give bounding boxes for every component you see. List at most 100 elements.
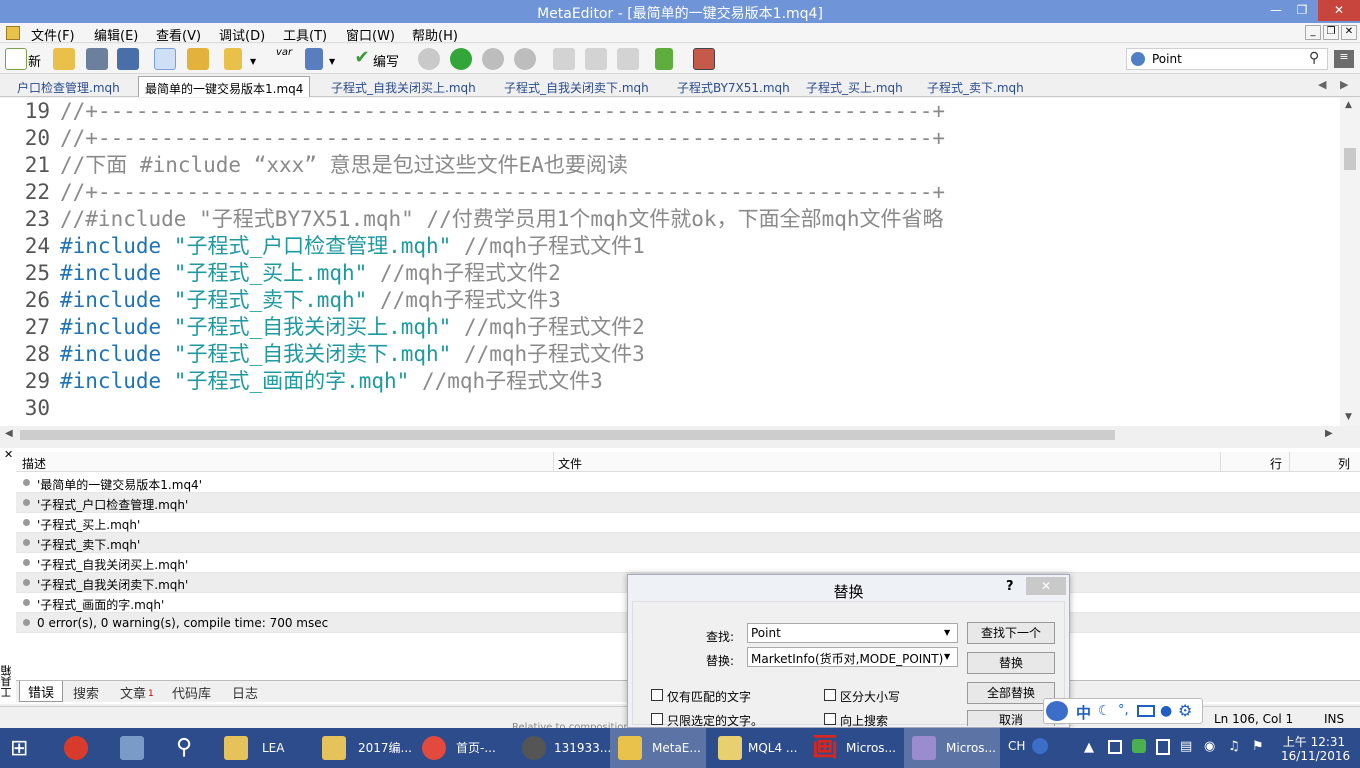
navigator-icon[interactable] xyxy=(154,48,176,70)
col-description[interactable]: 描述 xyxy=(22,455,46,472)
microphone-icon[interactable]: ● xyxy=(1160,703,1172,719)
menu-view[interactable]: 查看(V) xyxy=(156,25,201,44)
wizard-icon[interactable] xyxy=(224,48,242,70)
code-editor[interactable]: 19 //+-----------------------------------… xyxy=(0,98,1340,426)
code-text[interactable]: #include "子程式_自我关闭买上.mqh" //mqh子程式文件2 xyxy=(60,314,645,341)
col-line[interactable]: 行 xyxy=(1270,455,1282,472)
find-combobox[interactable]: Point ▼ xyxy=(747,623,958,643)
scroll-left-icon[interactable]: ◀ xyxy=(5,428,13,439)
keyboard-icon[interactable] xyxy=(1137,705,1155,717)
checkmark-icon[interactable]: ✔ xyxy=(351,48,373,70)
list-item[interactable]: '最简单的一键交易版本1.mq4' xyxy=(16,473,1360,493)
pause-icon[interactable] xyxy=(482,48,504,70)
open-folder-icon[interactable] xyxy=(53,48,75,70)
chevron-down-icon-2[interactable]: ▼ xyxy=(329,57,335,66)
chevron-down-icon[interactable]: ▼ xyxy=(250,57,256,66)
list-item[interactable]: '子程式_自我关闭买上.mqh' xyxy=(16,553,1360,573)
menu-edit[interactable]: 编辑(E) xyxy=(94,25,138,44)
save-icon[interactable] xyxy=(86,48,108,70)
mdi-close-button[interactable]: ✕ xyxy=(1341,25,1357,40)
tab-errors[interactable]: 错误 xyxy=(19,681,64,702)
taskbar-item-mql4[interactable]: MQL4 ... xyxy=(708,728,804,768)
tab-file-active[interactable]: 最简单的一键交易版本1.mq4 xyxy=(138,76,311,97)
stop-icon[interactable] xyxy=(514,48,536,70)
wifi-icon[interactable]: ◉ xyxy=(1204,739,1215,754)
clock-date[interactable]: 16/11/2016 xyxy=(1281,749,1350,763)
replace-combobox[interactable]: MarketInfo(货币对,MODE_POINT) ▼ xyxy=(747,647,958,667)
code-text[interactable]: //下面 #include “xxx” 意思是包过这些文件EA也要阅读 xyxy=(60,152,628,179)
taskbar-item-metaeditor[interactable]: MetaE... xyxy=(610,728,706,768)
dialog-close-icon[interactable]: ✕ xyxy=(1026,577,1066,595)
windows-start-icon[interactable]: ⊞ xyxy=(10,737,38,761)
code-text[interactable]: #include "子程式_卖下.mqh" //mqh子程式文件3 xyxy=(60,287,561,314)
tab-codebase[interactable]: 代码库 xyxy=(172,683,211,702)
menu-tools[interactable]: 工具(T) xyxy=(283,25,327,44)
mdi-minimize-button[interactable]: _ xyxy=(1305,25,1321,40)
tray-icon-1[interactable]: ▲ xyxy=(1084,740,1094,755)
list-item[interactable]: '子程式_买上.mqh' xyxy=(16,513,1360,533)
go-to-icon[interactable] xyxy=(655,48,673,70)
compile-label[interactable]: 编写 xyxy=(373,51,399,70)
hscroll-thumb[interactable] xyxy=(20,430,1115,440)
search-icon[interactable]: ⚲ xyxy=(1309,50,1319,66)
cancel-button[interactable]: 取消 xyxy=(967,710,1055,726)
replace-button[interactable]: 替换 xyxy=(967,652,1055,674)
moon-icon[interactable]: ☾ xyxy=(1098,703,1111,719)
scroll-down-icon[interactable]: ▼ xyxy=(1345,412,1352,422)
code-text[interactable]: //#include "子程式BY7X51.mqh" //付费学员用1个mqh文… xyxy=(60,206,944,233)
taskbar-item-paint[interactable]: 画 Micros... xyxy=(806,728,902,768)
selection-only-checkbox[interactable] xyxy=(651,713,663,725)
tab-left-arrow-icon[interactable]: ◀ xyxy=(1318,78,1326,91)
help-icon[interactable]: ? xyxy=(1006,579,1014,594)
tab-file-6[interactable]: 子程式_买上.mqh xyxy=(806,79,903,96)
tab-right-arrow-icon[interactable]: ▶ xyxy=(1340,78,1348,91)
ime-tray-icon[interactable] xyxy=(1032,738,1048,754)
vertical-scrollbar[interactable]: ▲ ▼ xyxy=(1340,98,1360,426)
search-taskbar-icon[interactable]: ⚲ xyxy=(176,736,200,760)
col-column[interactable]: 列 xyxy=(1338,455,1350,472)
var-label[interactable]: var xyxy=(276,47,292,58)
new-file-icon[interactable] xyxy=(5,48,27,70)
power-icon[interactable] xyxy=(64,736,88,760)
ime-language[interactable]: 中 xyxy=(1076,702,1091,723)
tab-journal[interactable]: 日志 xyxy=(232,683,258,702)
save-all-icon[interactable] xyxy=(117,48,139,70)
code-text[interactable]: //+-------------------------------------… xyxy=(60,125,945,152)
ime-logo-icon[interactable] xyxy=(1046,701,1068,721)
menu-file[interactable]: 文件(F) xyxy=(31,25,75,44)
menu-help[interactable]: 帮助(H) xyxy=(412,25,458,44)
clock-time[interactable]: 上午 12:31 xyxy=(1281,733,1347,750)
taskbar-item-visual[interactable]: Micros... xyxy=(904,728,1000,768)
terminal-icon[interactable] xyxy=(693,48,715,70)
scroll-up-icon[interactable]: ▲ xyxy=(1345,100,1352,110)
step-into-icon[interactable] xyxy=(553,48,575,70)
search-up-checkbox[interactable] xyxy=(824,713,836,725)
menu-window[interactable]: 窗口(W) xyxy=(346,25,395,44)
minimize-button[interactable]: — xyxy=(1262,0,1290,21)
match-case-checkbox[interactable] xyxy=(824,689,836,701)
step-over-icon[interactable] xyxy=(585,48,607,70)
code-text[interactable]: #include "子程式_户口检查管理.mqh" //mqh子程式文件1 xyxy=(60,233,645,260)
tray-icon-2[interactable] xyxy=(1108,740,1122,754)
code-text[interactable]: //+-------------------------------------… xyxy=(60,179,945,206)
flag-icon[interactable]: ⚑ xyxy=(1252,739,1264,754)
scroll-right-icon[interactable]: ▶ xyxy=(1325,428,1333,439)
code-text[interactable]: #include "子程式_画面的字.mqh" //mqh子程式文件3 xyxy=(60,368,603,395)
find-next-button[interactable]: 查找下一个 xyxy=(967,622,1055,644)
step-out-icon[interactable] xyxy=(617,48,639,70)
replace-all-button[interactable]: 全部替换 xyxy=(967,682,1055,704)
taskbar-item-chrome[interactable]: 首页-... xyxy=(414,728,510,768)
list-item[interactable]: '子程式_户口检查管理.mqh' xyxy=(16,493,1360,513)
search-box[interactable]: Point ⚲ xyxy=(1126,48,1328,70)
search-input[interactable]: Point xyxy=(1152,52,1182,66)
volume-icon[interactable]: ♫ xyxy=(1228,739,1240,754)
code-text[interactable]: //+-------------------------------------… xyxy=(60,98,945,125)
col-file[interactable]: 文件 xyxy=(558,455,582,472)
whole-word-checkbox[interactable] xyxy=(651,689,663,701)
list-item[interactable]: '子程式_卖下.mqh' xyxy=(16,533,1360,553)
close-button[interactable]: ✕ xyxy=(1318,0,1360,21)
close-panel-icon[interactable]: ✕ xyxy=(4,448,13,461)
replace-value[interactable]: MarketInfo(货币对,MODE_POINT) xyxy=(751,650,943,667)
battery-icon[interactable] xyxy=(1156,739,1170,755)
new-label[interactable]: 新 xyxy=(28,51,41,70)
